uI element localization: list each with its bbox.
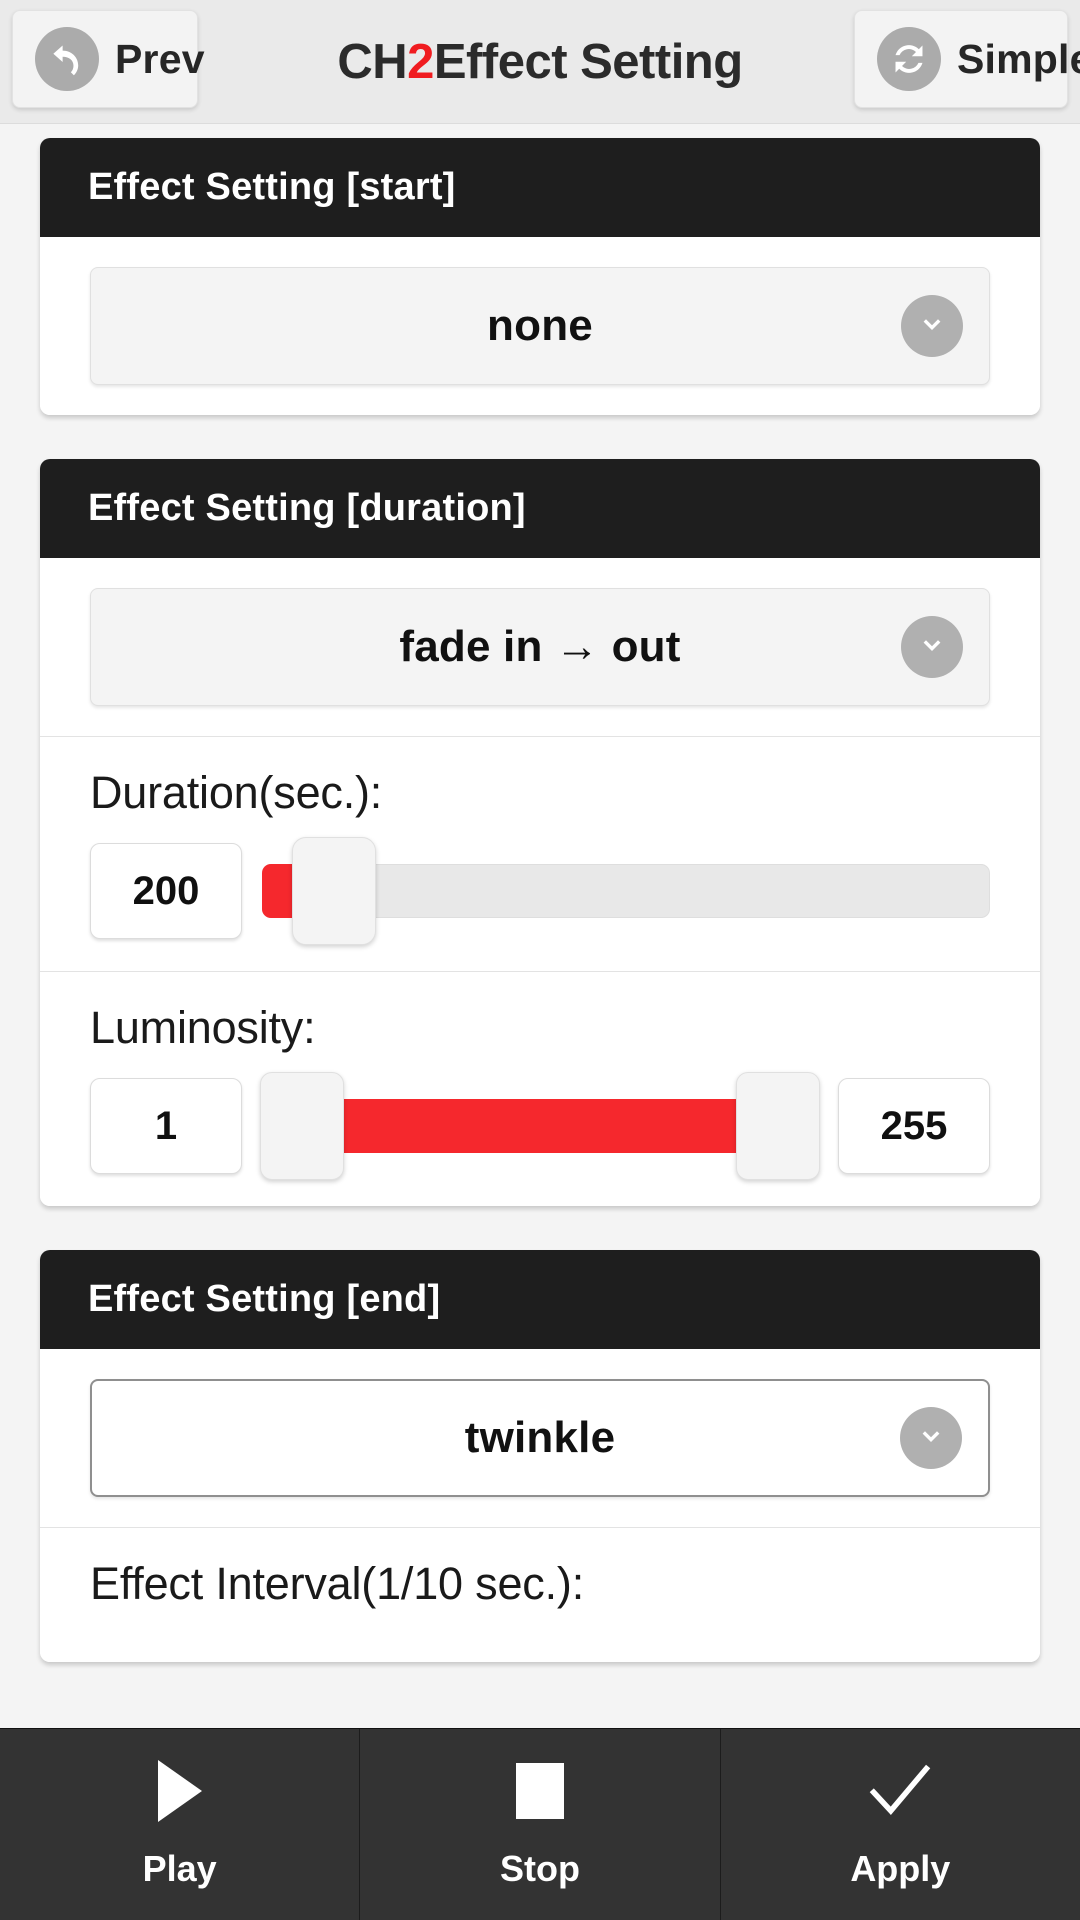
play-button[interactable]: Play bbox=[0, 1729, 361, 1920]
play-triangle-icon bbox=[157, 1759, 202, 1822]
page-title-channel: 2 bbox=[407, 35, 434, 89]
bottom-action-bar: Play Stop Apply bbox=[0, 1728, 1080, 1920]
prev-button-label: Prev bbox=[115, 35, 205, 82]
luminosity-slider-row: Luminosity: 1 255 bbox=[40, 972, 1040, 1206]
duration-slider-row: Duration(sec.): 200 bbox=[40, 737, 1040, 972]
apply-button[interactable]: Apply bbox=[721, 1729, 1080, 1920]
card-body-end: twinkle Effect Interval(1/10 sec.): bbox=[40, 1349, 1040, 1662]
luminosity-slider-fill bbox=[322, 1099, 758, 1153]
stop-square-icon bbox=[515, 1760, 564, 1822]
chevron-down-icon[interactable] bbox=[900, 1407, 962, 1469]
duration-slider[interactable] bbox=[260, 837, 990, 945]
simple-button-label: Simple bbox=[957, 35, 1080, 82]
card-title-duration: Effect Setting [duration] bbox=[40, 459, 1040, 558]
end-effect-row: twinkle bbox=[40, 1349, 1040, 1528]
duration-effect-value: fade in → out bbox=[399, 622, 681, 671]
card-title-start: Effect Setting [start] bbox=[40, 138, 1040, 237]
luminosity-max-value-box[interactable]: 255 bbox=[838, 1078, 990, 1174]
check-mark-icon bbox=[867, 1760, 933, 1822]
luminosity-high-thumb[interactable] bbox=[736, 1072, 820, 1180]
page-title-prefix: CH bbox=[337, 35, 408, 89]
prev-button[interactable]: Prev bbox=[12, 10, 205, 108]
duration-effect-select[interactable]: fade in → out bbox=[90, 588, 990, 706]
chevron-down-icon[interactable] bbox=[901, 295, 963, 357]
effect-setting-duration-card: Effect Setting [duration] fade in → out … bbox=[40, 459, 1040, 1206]
luminosity-low-thumb[interactable] bbox=[260, 1072, 344, 1180]
start-effect-row: none bbox=[40, 237, 1040, 415]
settings-scroll-area[interactable]: Effect Setting [start] none Effect Setti… bbox=[0, 124, 1080, 1920]
card-body-duration: fade in → out Duration(sec.): 200 Lumino… bbox=[40, 558, 1040, 1206]
stop-button-label: Stop bbox=[500, 1847, 580, 1889]
end-effect-select[interactable]: twinkle bbox=[90, 1379, 990, 1497]
effect-setting-end-card: Effect Setting [end] twinkle Effect Inte… bbox=[40, 1250, 1040, 1662]
duration-label: Duration(sec.): bbox=[90, 767, 383, 818]
luminosity-min-value-box[interactable]: 1 bbox=[90, 1078, 242, 1174]
effect-setting-screen: Prev CH 2 Effect Setting Simple Effect Se… bbox=[0, 0, 1080, 1920]
card-body-start: none bbox=[40, 237, 1040, 415]
simple-button[interactable]: Simple bbox=[854, 10, 1080, 108]
duration-effect-row: fade in → out bbox=[40, 558, 1040, 737]
effect-interval-label: Effect Interval(1/10 sec.): bbox=[90, 1558, 584, 1609]
stop-button[interactable]: Stop bbox=[360, 1729, 721, 1920]
luminosity-slider-group: 1 255 bbox=[90, 1072, 990, 1180]
card-title-end: Effect Setting [end] bbox=[40, 1250, 1040, 1349]
app-header-bar: Prev CH 2 Effect Setting Simple bbox=[0, 0, 1080, 124]
duration-slider-group: 200 bbox=[90, 837, 990, 945]
undo-back-arrow-icon bbox=[35, 27, 99, 91]
effect-setting-start-card: Effect Setting [start] none bbox=[40, 138, 1040, 415]
play-button-label: Play bbox=[142, 1847, 217, 1889]
start-effect-value: none bbox=[487, 301, 593, 350]
chevron-down-icon[interactable] bbox=[901, 616, 963, 678]
page-title-suffix: Effect Setting bbox=[433, 35, 743, 89]
end-interval-row: Effect Interval(1/10 sec.): bbox=[40, 1528, 1040, 1662]
end-effect-value: twinkle bbox=[464, 1413, 616, 1462]
refresh-sync-icon bbox=[877, 27, 941, 91]
luminosity-range-slider[interactable] bbox=[260, 1072, 820, 1180]
apply-button-label: Apply bbox=[850, 1847, 951, 1889]
start-effect-select[interactable]: none bbox=[90, 267, 990, 385]
luminosity-label: Luminosity: bbox=[90, 1002, 316, 1053]
duration-value-box[interactable]: 200 bbox=[90, 843, 242, 939]
duration-slider-thumb[interactable] bbox=[292, 837, 376, 945]
